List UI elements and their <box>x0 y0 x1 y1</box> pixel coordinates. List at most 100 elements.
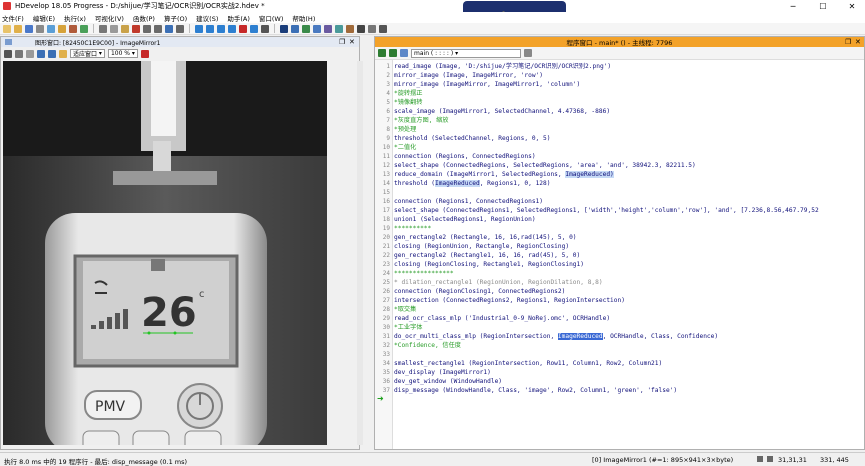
redo-icon[interactable] <box>154 24 162 33</box>
code-line[interactable]: reduce_domain (ImageMirror1, SelectedReg… <box>394 170 614 179</box>
back-icon[interactable] <box>378 49 386 57</box>
code-line[interactable]: *预处理 <box>394 125 416 134</box>
move-icon[interactable] <box>15 49 23 58</box>
folder-icon[interactable] <box>58 24 66 33</box>
gray-histogram-icon[interactable] <box>302 24 310 33</box>
new-file-icon[interactable] <box>3 24 11 33</box>
line-number[interactable]: 5 <box>376 98 390 107</box>
code-line[interactable]: intersection (ConnectedRegions2, Regions… <box>394 296 625 305</box>
zoom-icon[interactable] <box>37 49 45 58</box>
code-line[interactable]: gen_rectangle2 (Rectangle, 16, 16,rad(14… <box>394 233 577 242</box>
code-line[interactable]: *取交集 <box>394 305 416 314</box>
run-icon[interactable] <box>195 24 203 33</box>
procedure-icon[interactable] <box>400 49 408 57</box>
restore-icon[interactable]: ❐ <box>845 38 851 46</box>
line-number[interactable]: 20 <box>376 233 390 242</box>
procedure-select[interactable]: main ( : : : : ) ▾ <box>411 48 521 58</box>
line-number[interactable]: 25 <box>376 278 390 287</box>
code-editor[interactable]: read_image (Image, 'D:/shijue/学习笔记/OCR识别… <box>394 60 864 449</box>
code-line[interactable]: gen_rectangle2 (Rectangle1, 16, 16, rad(… <box>394 251 580 260</box>
close-button[interactable]: ✕ <box>837 0 865 12</box>
color-icon[interactable] <box>140 49 149 58</box>
code-line[interactable]: read_ocr_class_mlp ('Industrial_0-9_NoRe… <box>394 314 610 323</box>
line-number[interactable]: 27 <box>376 296 390 305</box>
line-number[interactable]: 9 <box>376 134 390 143</box>
highlighted-token[interactable]: ImageReduced <box>434 180 480 187</box>
code-line[interactable]: threshold (SelectedChannel, Regions, 0, … <box>394 134 550 143</box>
feature-histogram-icon[interactable] <box>313 24 321 33</box>
forward-icon[interactable] <box>389 49 397 57</box>
menu-help[interactable]: 帮助(H) <box>292 13 315 23</box>
library-icon[interactable] <box>69 24 77 33</box>
cut-icon[interactable] <box>99 24 107 33</box>
line-number[interactable]: 12 <box>376 161 390 170</box>
line-number[interactable]: 32 <box>376 341 390 350</box>
line-number[interactable]: 26 <box>376 287 390 296</box>
magnify-icon[interactable] <box>48 49 56 58</box>
code-line[interactable]: *灰度直方图, 缩放 <box>394 116 449 125</box>
line-number[interactable]: 7 <box>376 116 390 125</box>
code-line[interactable]: disp_message (WindowHandle, Class, 'imag… <box>394 386 677 395</box>
copy-icon[interactable] <box>110 24 118 33</box>
line-number[interactable]: 23 <box>376 260 390 269</box>
breakpoint-icon[interactable] <box>261 24 269 33</box>
line-profile-icon[interactable] <box>324 24 332 33</box>
menu-edit[interactable]: 编辑(E) <box>33 13 55 23</box>
line-number[interactable]: 36 <box>376 377 390 386</box>
line-number[interactable]: 14 <box>376 179 390 188</box>
edit-procedure-icon[interactable] <box>524 49 532 57</box>
print-icon[interactable] <box>36 24 44 33</box>
step-over-icon[interactable] <box>206 24 214 33</box>
properties-icon[interactable] <box>47 24 55 33</box>
code-line[interactable]: connection (Regions, ConnectedRegions) <box>394 152 536 161</box>
code-line[interactable]: closing (RegionClosing, Rectangle1, Regi… <box>394 260 584 269</box>
step-out-icon[interactable] <box>228 24 236 33</box>
line-number[interactable]: 16 <box>376 197 390 206</box>
code-line[interactable]: smallest_rectangle1 (RegionIntersection,… <box>394 359 662 368</box>
highlighted-token[interactable]: ImageReduced) <box>565 171 614 178</box>
clear-icon[interactable] <box>59 49 67 58</box>
open-file-icon[interactable] <box>14 24 22 33</box>
menu-file[interactable]: 文件(F) <box>2 13 24 23</box>
code-line[interactable]: connection (Regions1, ConnectedRegions1) <box>394 197 543 206</box>
code-line[interactable]: *二值化 <box>394 143 416 152</box>
variable-inspect-icon[interactable] <box>368 24 376 33</box>
line-number[interactable]: 19 <box>376 224 390 233</box>
line-number[interactable]: 35 <box>376 368 390 377</box>
line-number[interactable]: 33 <box>376 350 390 359</box>
paste-icon[interactable] <box>121 24 129 33</box>
line-number[interactable]: 6 <box>376 107 390 116</box>
code-line[interactable]: *工业字体 <box>394 323 422 332</box>
measure-icon[interactable] <box>346 24 354 33</box>
undo-icon[interactable] <box>143 24 151 33</box>
code-line[interactable]: **************** <box>394 269 454 278</box>
code-line[interactable]: connection (RegionClosing1, ConnectedReg… <box>394 287 565 296</box>
code-line[interactable]: read_image (Image, 'D:/shijue/学习笔记/OCR识别… <box>394 62 611 71</box>
code-line[interactable]: *镜像翻转 <box>394 98 422 107</box>
zoom-icon[interactable] <box>291 24 299 33</box>
maximize-button[interactable]: ☐ <box>808 0 838 12</box>
code-line[interactable]: * dilation_rectangle1 (RegionUnion, Regi… <box>394 278 603 287</box>
line-number[interactable]: 15 <box>376 188 390 197</box>
highlighted-token[interactable]: ImageReduced <box>557 333 603 340</box>
hand-icon[interactable] <box>26 49 34 58</box>
find-icon[interactable] <box>165 24 173 33</box>
code-line[interactable]: mirror_image (Image, ImageMirror, 'row') <box>394 71 543 80</box>
code-line[interactable]: union1 (SelectedRegions1, RegionUnion) <box>394 215 536 224</box>
code-line[interactable]: dev_get_window (WindowHandle) <box>394 377 502 386</box>
line-number[interactable]: 10 <box>376 143 390 152</box>
code-line[interactable]: scale_image (ImageMirror1, SelectedChann… <box>394 107 610 116</box>
minimize-button[interactable]: ─ <box>778 0 808 12</box>
line-number[interactable]: 18 <box>376 215 390 224</box>
tools-icon[interactable] <box>176 24 184 33</box>
stop-icon[interactable] <box>239 24 247 33</box>
menu-visualize[interactable]: 可视化(V) <box>95 13 124 23</box>
save-icon[interactable] <box>25 24 33 33</box>
step-into-icon[interactable] <box>217 24 225 33</box>
matching-icon[interactable] <box>335 24 343 33</box>
line-number[interactable]: 13 <box>376 170 390 179</box>
menu-assistants[interactable]: 助手(A) <box>227 13 250 23</box>
line-number[interactable]: 28 <box>376 305 390 314</box>
line-number[interactable]: 24 <box>376 269 390 278</box>
menu-suggestions[interactable]: 建议(S) <box>196 13 218 23</box>
